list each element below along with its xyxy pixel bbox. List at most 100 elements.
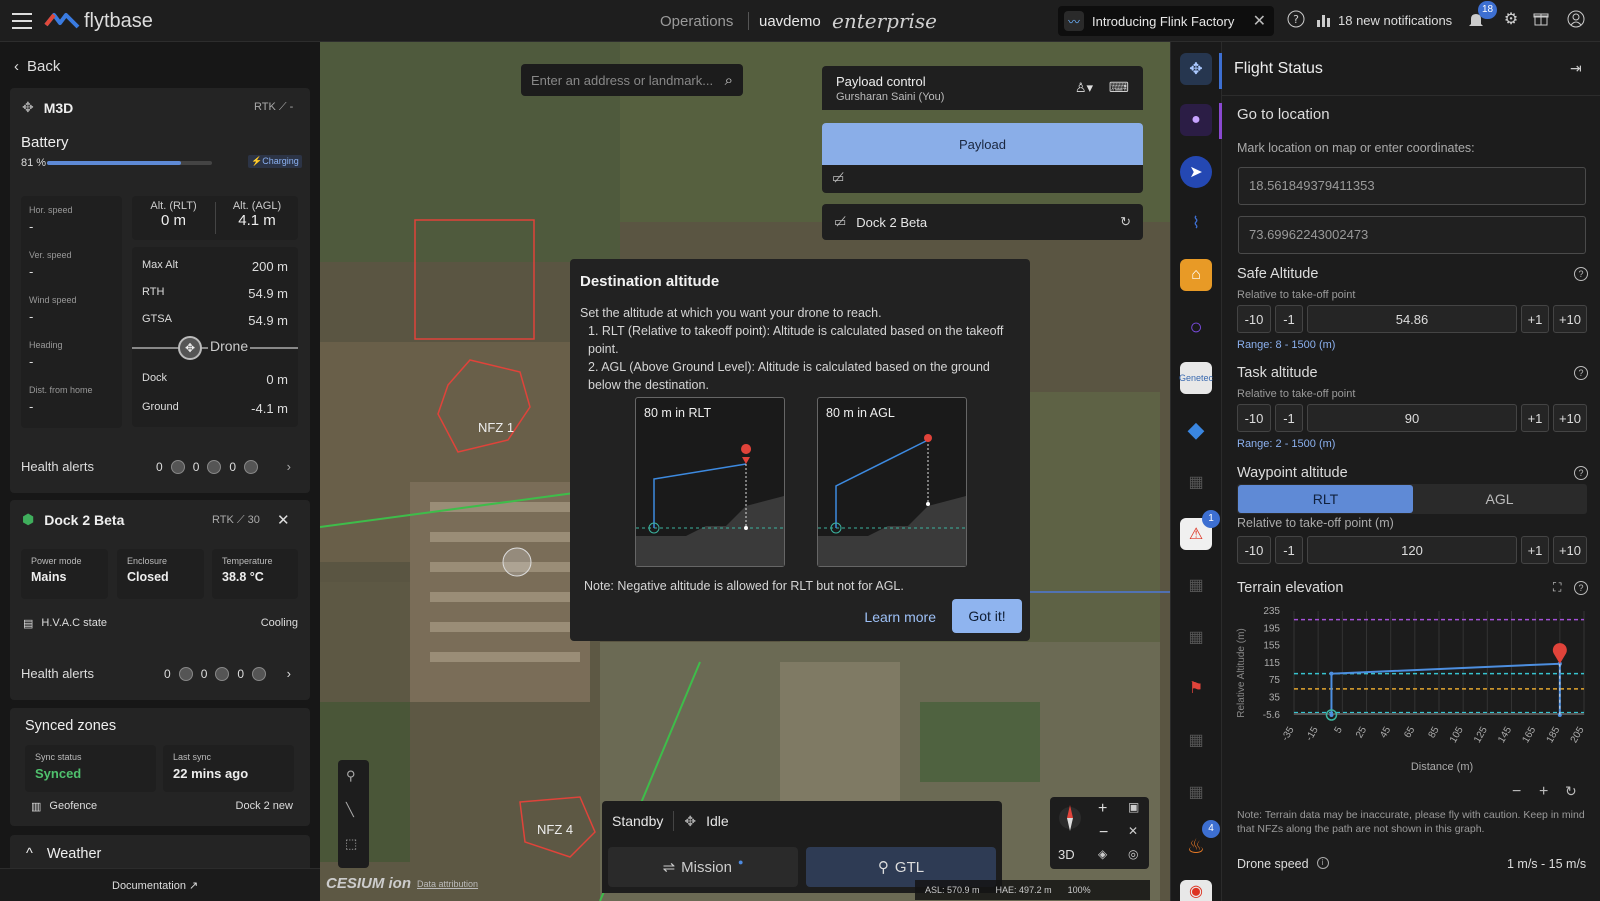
waypoint-altitude-input[interactable]: 120 <box>1307 536 1517 564</box>
dock-camera-bar[interactable]: ▭̸ Dock 2 Beta ↻ <box>822 204 1143 240</box>
grid-icon[interactable]: ▦ <box>1180 776 1212 808</box>
help-icon[interactable]: ? <box>1574 267 1588 281</box>
dock-health-alerts[interactable]: Health alerts 0 0 0 › <box>21 666 291 681</box>
help-icon[interactable]: ? <box>1574 581 1588 595</box>
wp-minus-10-button[interactable]: -10 <box>1237 536 1271 564</box>
eagle-icon[interactable]: ⌂ <box>1180 259 1212 291</box>
longitude-input[interactable]: 73.69962243002473 <box>1238 216 1586 254</box>
learn-more-link[interactable]: Learn more <box>864 609 936 625</box>
help-icon[interactable]: ? <box>1574 466 1588 480</box>
task-plus-10-button[interactable]: +10 <box>1553 404 1587 432</box>
genetec-icon[interactable]: Genetec <box>1179 362 1213 394</box>
org-name[interactable]: uavdemo <box>759 0 821 42</box>
camera-icon[interactable]: ◉ <box>1180 880 1212 901</box>
cube-icon[interactable]: ▣ <box>1128 800 1139 814</box>
user-avatar-icon[interactable] <box>1566 10 1586 30</box>
agl-illustration: 80 m in AGL <box>817 397 967 567</box>
data-attribution-link[interactable]: Data attribution <box>417 879 478 889</box>
help-icon[interactable]: ? <box>1286 10 1306 30</box>
documentation-link[interactable]: Documentation ↗ <box>112 879 198 892</box>
keyboard-icon[interactable]: ⌨ <box>1109 79 1129 96</box>
flink-banner[interactable]: 〰 Introducing Flink Factory ✕ <box>1058 6 1274 36</box>
drone-header[interactable]: ✥ M3D <box>22 99 73 116</box>
chart-zoom-in-icon[interactable]: + <box>1539 783 1548 801</box>
safe-plus-1-button[interactable]: +1 <box>1521 305 1549 333</box>
geofence-row[interactable]: ▥ Geofence Dock 2 new <box>31 800 293 813</box>
chart-zoom-out-icon[interactable]: − <box>1512 783 1521 801</box>
safe-minus-1-button[interactable]: -1 <box>1275 305 1303 333</box>
task-minus-1-button[interactable]: -1 <box>1275 404 1303 432</box>
alert-icon <box>244 459 259 474</box>
edition-label: enterprise <box>832 9 938 33</box>
flytbase-logo[interactable]: flytbase <box>44 10 153 32</box>
payload-button[interactable]: Payload <box>822 123 1143 165</box>
pin-tool-icon[interactable]: ⚲ <box>346 768 356 784</box>
ring-icon[interactable]: ○ <box>1180 311 1212 343</box>
gear-icon[interactable]: ⚙ <box>1501 10 1521 30</box>
wp-minus-1-button[interactable]: -1 <box>1275 536 1303 564</box>
send-icon[interactable]: ➤ <box>1180 156 1212 188</box>
fire-badge: 4 <box>1202 820 1220 838</box>
agl-toggle[interactable]: AGL <box>1413 485 1586 513</box>
layers-icon[interactable]: ◈ <box>1098 847 1107 861</box>
recenter-icon[interactable]: ◎ <box>1128 847 1138 861</box>
hor-speed-label: Hor. speed <box>29 205 73 215</box>
gift-icon[interactable] <box>1531 10 1551 30</box>
dock-tools-icon[interactable]: ✕ <box>277 511 290 529</box>
latitude-input[interactable]: 18.561849379411353 <box>1238 167 1586 205</box>
help-icon[interactable]: ? <box>1574 366 1588 380</box>
safe-plus-10-button[interactable]: +10 <box>1553 305 1587 333</box>
grid-icon[interactable]: ▦ <box>1180 724 1212 756</box>
search-input[interactable]: Enter an address or landmark... <box>531 73 713 88</box>
search-icon[interactable]: ⌕ <box>725 72 733 89</box>
alien-icon[interactable]: ● <box>1180 104 1212 136</box>
drone-health-alerts[interactable]: Health alerts 0 0 0 › <box>21 459 291 474</box>
hvac-row: ▤ H.V.A.C state Cooling <box>23 617 298 630</box>
safe-minus-10-button[interactable]: -10 <box>1237 305 1271 333</box>
x-tick-label: 25 <box>1354 725 1369 741</box>
safe-altitude-input[interactable]: 54.86 <box>1307 305 1517 333</box>
flight-status-icon[interactable]: ✥ <box>1180 53 1212 85</box>
operations-link[interactable]: Operations <box>660 0 733 42</box>
alarm-icon[interactable]: ⚑ <box>1180 672 1212 704</box>
weather-header[interactable]: ^ Weather <box>26 846 101 862</box>
drone-position-marker[interactable] <box>502 547 532 577</box>
zoom-in-icon[interactable]: + <box>1098 800 1107 818</box>
dna-icon[interactable]: ⌇ <box>1180 207 1212 239</box>
battery-bar-fill <box>47 161 181 165</box>
pilot-select-icon[interactable]: ♙▾ <box>1075 80 1093 96</box>
dock-alt-label: Dock <box>142 372 168 384</box>
mission-button[interactable]: ⇌ Mission ● <box>608 847 798 887</box>
hamburger-menu-icon[interactable] <box>12 13 32 29</box>
dock-header[interactable]: ⬢ Dock 2 Beta <box>22 511 124 528</box>
refresh-icon[interactable]: ↻ <box>1120 214 1131 230</box>
back-button[interactable]: ‹ Back <box>14 58 60 75</box>
chart-reset-icon[interactable]: ↻ <box>1565 783 1577 800</box>
drone-locate-icon[interactable]: ✕ <box>1128 824 1138 838</box>
zoom-out-icon[interactable]: − <box>1099 824 1108 842</box>
diamond-icon[interactable]: ◆ <box>1180 414 1212 446</box>
last-sync: Last sync 22 mins ago <box>163 745 294 792</box>
grid-icon[interactable]: ▦ <box>1180 466 1212 498</box>
compass-icon[interactable] <box>1058 801 1082 835</box>
line-tool-icon[interactable]: ╲ <box>346 802 354 818</box>
close-icon[interactable]: ✕ <box>1253 11 1266 31</box>
task-altitude-input[interactable]: 90 <box>1307 404 1517 432</box>
got-it-button[interactable]: Got it! <box>952 599 1022 633</box>
grid-icon[interactable]: ▦ <box>1180 569 1212 601</box>
view-3d-toggle[interactable]: 3D <box>1058 847 1075 862</box>
safe-altitude-subtitle: Relative to take-off point <box>1237 289 1356 301</box>
drone-marker-label: Drone <box>208 338 251 354</box>
task-minus-10-button[interactable]: -10 <box>1237 404 1271 432</box>
rlt-toggle[interactable]: RLT <box>1238 485 1413 513</box>
map-search[interactable]: Enter an address or landmark... ⌕ <box>521 64 743 96</box>
polygon-tool-icon[interactable]: ⬚ <box>345 836 357 852</box>
info-icon[interactable]: i <box>1316 857 1329 869</box>
wp-plus-10-button[interactable]: +10 <box>1553 536 1587 564</box>
notifications[interactable]: 18 new notifications <box>1316 0 1452 40</box>
collapse-panel-icon[interactable]: ⇥ <box>1570 60 1582 77</box>
fullscreen-icon[interactable]: ⛶ <box>1553 580 1561 595</box>
wp-plus-1-button[interactable]: +1 <box>1521 536 1549 564</box>
task-plus-1-button[interactable]: +1 <box>1521 404 1549 432</box>
grid-icon[interactable]: ▦ <box>1180 621 1212 653</box>
